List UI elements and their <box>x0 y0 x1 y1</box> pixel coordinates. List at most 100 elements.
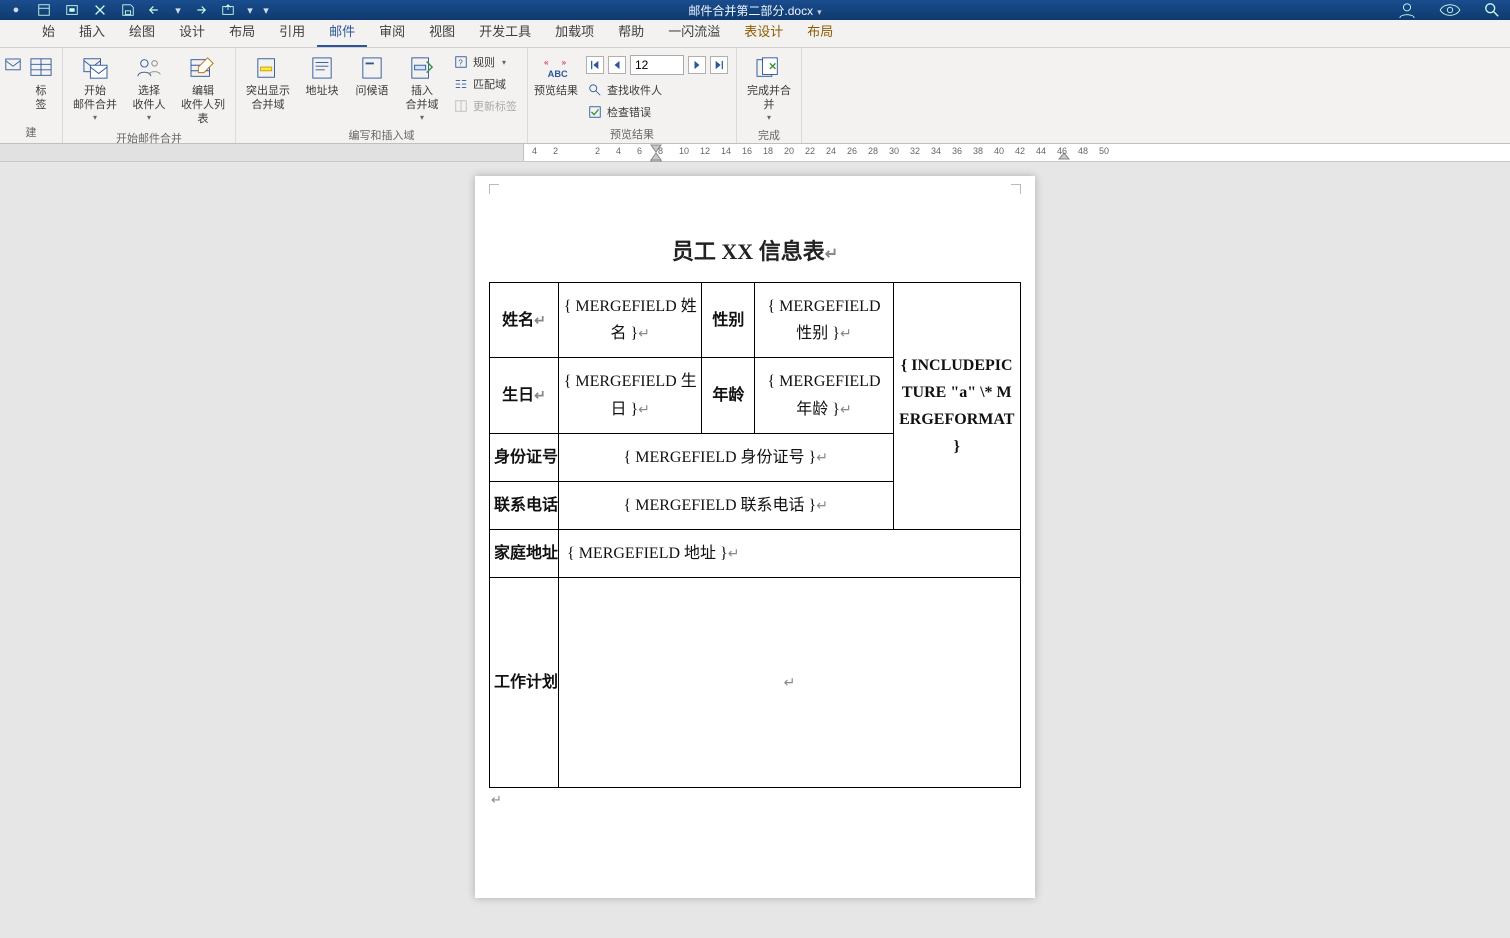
svg-text:«: « <box>544 57 549 67</box>
find-recipient-button[interactable]: 查找收件人 <box>584 80 730 100</box>
cell-field-address[interactable]: { MERGEFIELD 地址 }↵ <box>559 530 1021 578</box>
titlebar-icon-2[interactable] <box>1438 2 1462 18</box>
update-labels-label: 更新标签 <box>473 98 517 114</box>
cell-field-birthday[interactable]: { MERGEFIELD 生日 }↵ <box>559 358 702 433</box>
page-title: 员工 XX 信息表↵ <box>489 234 1021 266</box>
qat-share-icon[interactable] <box>218 2 238 18</box>
rules-label: 规则 <box>473 54 495 70</box>
address-block-button[interactable]: 地址块 <box>298 50 346 101</box>
table-row: 家庭地址 { MERGEFIELD 地址 }↵ <box>490 530 1021 578</box>
last-record-button[interactable] <box>710 56 728 74</box>
record-navigation <box>584 52 730 78</box>
ribbon-group-write-insert: 突出显示 合并域 地址块 问候语 插入 合并域 ▾ ? 规则 ▾ <box>236 48 528 143</box>
svg-text:ABC: ABC <box>548 69 568 79</box>
cell-field-age[interactable]: { MERGEFIELD 年龄 }↵ <box>755 358 893 433</box>
ruler-tick: 50 <box>1099 146 1109 156</box>
qat-icon-3[interactable] <box>90 2 110 18</box>
cell-label-workplan: 工作计划 <box>490 578 559 788</box>
highlight-merge-fields-button[interactable]: 突出显示 合并域 <box>240 50 296 115</box>
ruler-tick: 34 <box>931 146 941 156</box>
start-mail-merge-button[interactable]: 开始 邮件合并 ▾ <box>67 50 123 125</box>
cell-label-phone: 联系电话 <box>490 481 559 529</box>
qat-customize-icon[interactable]: ▾ <box>262 2 270 18</box>
ruler-tick: 2 <box>553 146 558 156</box>
ruler-tick: 14 <box>721 146 731 156</box>
ruler-gutter <box>0 144 524 161</box>
record-number-input[interactable] <box>630 55 684 75</box>
finish-merge-button[interactable]: 完成并合并 ▾ <box>741 50 797 125</box>
cell-field-picture[interactable]: { INCLUDEPICTURE "a" \* MERGEFORMAT } <box>893 283 1020 530</box>
address-block-label: 地址块 <box>306 85 339 99</box>
select-recipients-button[interactable]: 选择 收件人 ▾ <box>125 50 173 125</box>
heading-prefix: 员工 <box>672 239 722 264</box>
ruler-tick: 22 <box>805 146 815 156</box>
heading-xx: XX <box>721 239 753 264</box>
horizontal-ruler[interactable]: 4224681012141618202224262830323436384042… <box>0 144 1510 162</box>
next-record-button[interactable] <box>688 56 706 74</box>
quick-access-toolbar: ● ▾ ▾ ▾ <box>0 2 270 18</box>
redo-icon[interactable] <box>190 2 210 18</box>
autosave-toggle-icon[interactable]: ● <box>6 2 26 18</box>
ruler-tick: 20 <box>784 146 794 156</box>
greeting-line-button[interactable]: 问候语 <box>348 50 396 101</box>
edit-recipients-label: 编辑 收件人列表 <box>177 85 229 126</box>
address-block-icon <box>307 54 337 82</box>
match-icon <box>454 77 468 91</box>
undo-icon[interactable] <box>146 2 166 18</box>
qat-icon-2[interactable] <box>62 2 82 18</box>
edit-recipients-button[interactable]: 编辑 收件人列表 <box>175 50 231 128</box>
find-recipient-label: 查找收件人 <box>607 82 662 98</box>
match-fields-button[interactable]: 匹配域 <box>450 74 521 94</box>
finish-merge-label: 完成并合并 <box>743 85 795 113</box>
user-avatar-icon[interactable] <box>1398 2 1416 18</box>
update-labels-icon <box>454 99 468 113</box>
svg-text:»: » <box>562 57 567 67</box>
undo-dropdown-icon[interactable]: ▾ <box>174 2 182 18</box>
envelopes-button[interactable] <box>4 50 22 87</box>
document-title: 邮件合并第二部分.docx ▾ <box>688 2 821 19</box>
document-area[interactable]: 员工 XX 信息表↵ 姓名↵ { MERGEFIELD 姓名 }↵ 性别 { M… <box>0 162 1510 938</box>
ruler-tick: 18 <box>763 146 773 156</box>
qat-share-dropdown-icon[interactable]: ▾ <box>246 2 254 18</box>
qat-icon-1[interactable] <box>34 2 54 18</box>
first-record-button[interactable] <box>586 56 604 74</box>
ruler-tick: 12 <box>700 146 710 156</box>
chevron-down-icon: ▾ <box>767 113 771 123</box>
group-write-label: 编写和插入域 <box>240 125 523 146</box>
select-recipients-icon <box>134 54 164 82</box>
ruler-tick: 8 <box>658 146 663 156</box>
ruler-tick: 26 <box>847 146 857 156</box>
ribbon-group-start-merge: 开始 邮件合并 ▾ 选择 收件人 ▾ 编辑 收件人列表 开始邮件合并 <box>63 48 236 143</box>
ruler-tick: 30 <box>889 146 899 156</box>
cell-field-phone[interactable]: { MERGEFIELD 联系电话 }↵ <box>559 481 894 529</box>
ruler-tick: 10 <box>679 146 689 156</box>
ruler-tick: 46 <box>1057 146 1067 156</box>
insert-field-icon <box>407 54 437 82</box>
cell-field-workplan[interactable]: ↵ <box>559 578 1021 788</box>
ruler-tick: 42 <box>1015 146 1025 156</box>
save-icon[interactable] <box>118 2 138 18</box>
ruler-tick: 6 <box>637 146 642 156</box>
check-errors-button[interactable]: 检查错误 <box>584 102 730 122</box>
finish-merge-icon <box>754 54 784 82</box>
group-preview-label: 预览结果 <box>532 124 732 145</box>
preview-results-button[interactable]: «»ABC 预览结果 <box>532 50 580 101</box>
ribbon-group-finish: 完成并合并 ▾ 完成 <box>737 48 802 143</box>
search-icon <box>588 83 602 97</box>
title-dropdown-icon[interactable]: ▾ <box>817 7 822 17</box>
cell-field-gender[interactable]: { MERGEFIELD 性别 }↵ <box>755 283 893 358</box>
prev-record-button[interactable] <box>608 56 626 74</box>
ribbon-group-preview: « » ABC 预览结果 <box>528 48 737 143</box>
ruler-tick: 38 <box>973 146 983 156</box>
insert-merge-field-button[interactable]: 插入 合并域 ▾ <box>398 50 446 125</box>
ruler-tick: 44 <box>1036 146 1046 156</box>
select-recipients-label: 选择 收件人 <box>133 85 166 113</box>
document-title-text: 邮件合并第二部分.docx <box>688 4 813 18</box>
search-icon[interactable] <box>1484 2 1500 18</box>
labels-icon <box>26 54 56 82</box>
ruler-tick: 4 <box>616 146 621 156</box>
cell-field-name[interactable]: { MERGEFIELD 姓名 }↵ <box>559 283 702 358</box>
rules-button[interactable]: ? 规则 ▾ <box>450 52 521 72</box>
cell-field-idno[interactable]: { MERGEFIELD 身份证号 }↵ <box>559 433 894 481</box>
labels-button[interactable]: 标 签 <box>24 50 58 115</box>
